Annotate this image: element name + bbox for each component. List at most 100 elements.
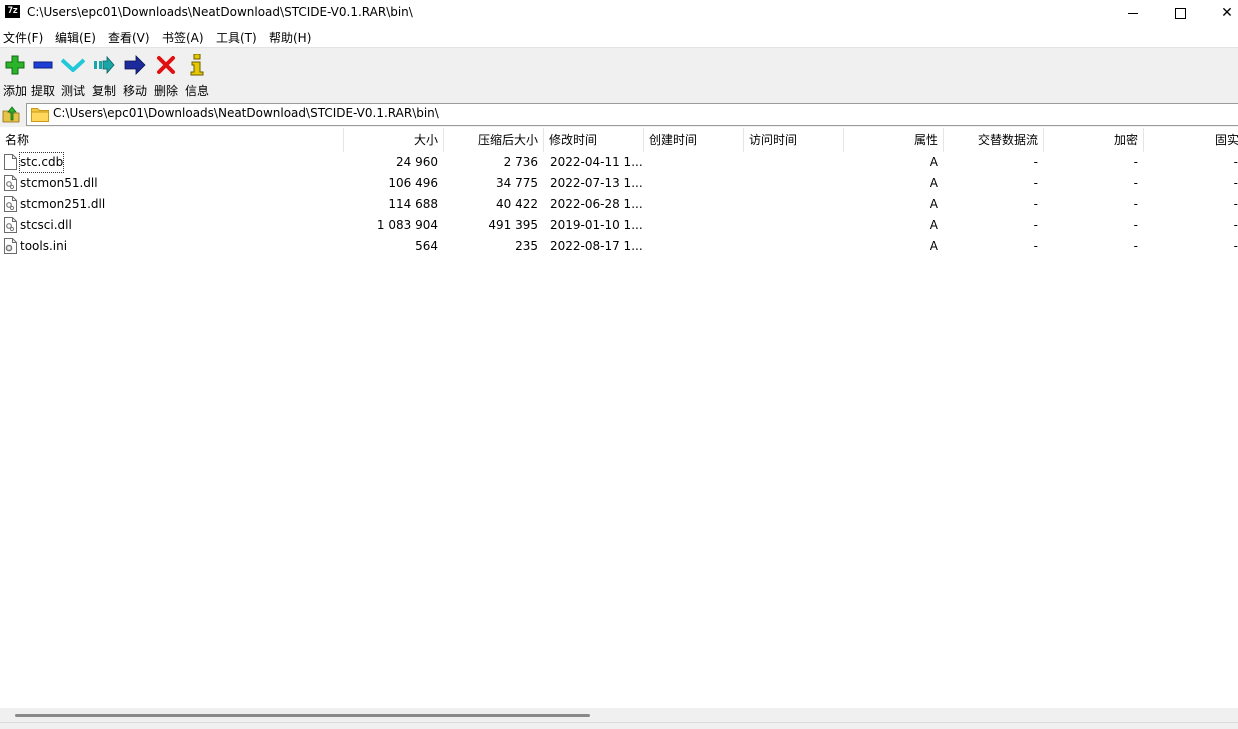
attributes-cell: A — [929, 176, 938, 190]
check-chevron-icon — [58, 52, 88, 78]
table-row[interactable]: stc.cdb 24 960 2 736 2022-04-11 1... A -… — [0, 152, 1238, 173]
test-button[interactable]: 测试 — [58, 52, 88, 98]
file-name: stcsci.dll — [20, 218, 72, 232]
file-name: stcmon251.dll — [20, 197, 106, 211]
column-header: 名称 大小 压缩后大小 修改时间 创建时间 访问时间 属性 交替数据流 加密 固… — [0, 128, 1238, 152]
menu-file[interactable]: 文件(F) — [3, 29, 43, 46]
column-attributes[interactable]: 属性 — [844, 128, 944, 152]
solid-cell: - — [1233, 239, 1238, 253]
accessed-cell — [744, 194, 844, 215]
encrypted-cell: - — [1133, 176, 1138, 190]
menu-view[interactable]: 查看(V) — [108, 29, 150, 46]
packed-size-cell: 235 — [515, 239, 538, 253]
delete-button[interactable]: 删除 — [151, 52, 181, 98]
packed-size-cell: 2 736 — [503, 155, 538, 169]
modified-cell: 2019-01-10 1... — [550, 218, 643, 232]
accessed-cell — [744, 173, 844, 194]
attributes-cell: A — [929, 197, 938, 211]
column-alt-streams[interactable]: 交替数据流 — [944, 128, 1044, 152]
modified-cell: 2022-08-17 1... — [550, 239, 643, 253]
created-cell — [644, 215, 744, 236]
dll-file-icon — [4, 196, 17, 212]
file-name: tools.ini — [20, 239, 68, 253]
menu-edit[interactable]: 编辑(E) — [55, 29, 96, 46]
packed-size-cell: 40 422 — [496, 197, 538, 211]
dll-file-icon — [4, 217, 17, 233]
file-list[interactable]: 名称 大小 压缩后大小 修改时间 创建时间 访问时间 属性 交替数据流 加密 固… — [0, 128, 1238, 708]
window-title: C:\Users\epc01\Downloads\NeatDownload\ST… — [27, 5, 413, 19]
encrypted-cell: - — [1133, 155, 1138, 169]
modified-cell: 2022-04-11 1... — [550, 155, 643, 169]
column-packed-size[interactable]: 压缩后大小 — [444, 128, 544, 152]
column-created[interactable]: 创建时间 — [644, 128, 744, 152]
minus-icon — [28, 52, 58, 78]
horizontal-scrollbar[interactable] — [0, 708, 1238, 722]
delete-x-icon — [151, 52, 181, 78]
column-modified[interactable]: 修改时间 — [544, 128, 644, 152]
size-cell: 1 083 904 — [376, 218, 438, 232]
info-icon — [182, 52, 212, 78]
info-button[interactable]: 信息 — [182, 52, 212, 98]
plus-icon — [0, 52, 30, 78]
scrollbar-thumb[interactable] — [15, 714, 590, 717]
close-button[interactable]: ✕ — [1204, 0, 1238, 26]
info-label: 信息 — [184, 84, 209, 98]
column-name[interactable]: 名称 — [0, 128, 344, 152]
address-path: C:\Users\epc01\Downloads\NeatDownload\ST… — [53, 106, 439, 120]
solid-cell: - — [1233, 218, 1238, 232]
toolbar: 添加 提取 测试 复制 移动 删除 信息 — [0, 47, 1238, 102]
folder-icon — [31, 108, 49, 122]
created-cell — [644, 152, 744, 173]
address-input[interactable]: C:\Users\epc01\Downloads\NeatDownload\ST… — [26, 103, 1238, 126]
modified-cell: 2022-06-28 1... — [550, 197, 643, 211]
move-button[interactable]: 移动 — [120, 52, 150, 98]
column-encrypted[interactable]: 加密 — [1044, 128, 1144, 152]
app-icon: 7z — [5, 5, 20, 18]
column-size[interactable]: 大小 — [344, 128, 444, 152]
created-cell — [644, 173, 744, 194]
encrypted-cell: - — [1133, 197, 1138, 211]
menu-tools[interactable]: 工具(T) — [216, 29, 257, 46]
copy-arrow-icon — [89, 52, 119, 78]
copy-button[interactable]: 复制 — [89, 52, 119, 98]
ini-file-icon — [4, 238, 17, 254]
created-cell — [644, 194, 744, 215]
dll-file-icon — [4, 175, 17, 191]
encrypted-cell: - — [1133, 218, 1138, 232]
accessed-cell — [744, 152, 844, 173]
table-row[interactable]: stcmon51.dll 106 496 34 775 2022-07-13 1… — [0, 173, 1238, 194]
accessed-cell — [744, 236, 844, 257]
packed-size-cell: 491 395 — [488, 218, 538, 232]
accessed-cell — [744, 215, 844, 236]
title-bar: 7z C:\Users\epc01\Downloads\NeatDownload… — [0, 0, 1238, 26]
menu-bookmarks[interactable]: 书签(A) — [162, 29, 204, 46]
attributes-cell: A — [929, 218, 938, 232]
maximize-button[interactable] — [1157, 0, 1203, 26]
alt-streams-cell: - — [1033, 176, 1038, 190]
alt-streams-cell: - — [1033, 197, 1038, 211]
close-icon: ✕ — [1221, 5, 1233, 21]
solid-cell: - — [1233, 155, 1238, 169]
maximize-icon — [1174, 7, 1186, 19]
modified-cell: 2022-07-13 1... — [550, 176, 643, 190]
table-row[interactable]: stcsci.dll 1 083 904 491 395 2019-01-10 … — [0, 215, 1238, 236]
size-cell: 24 960 — [396, 155, 438, 169]
menu-bar: 文件(F) 编辑(E) 查看(V) 书签(A) 工具(T) 帮助(H) — [0, 27, 1238, 46]
minimize-button[interactable] — [1110, 0, 1156, 26]
menu-help[interactable]: 帮助(H) — [269, 29, 311, 46]
size-cell: 106 496 — [388, 176, 438, 190]
packed-size-cell: 34 775 — [496, 176, 538, 190]
table-row[interactable]: tools.ini 564 235 2022-08-17 1... A - - … — [0, 236, 1238, 257]
attributes-cell: A — [929, 239, 938, 253]
encrypted-cell: - — [1133, 239, 1138, 253]
folder-up-button[interactable] — [1, 104, 21, 124]
table-row[interactable]: stcmon251.dll 114 688 40 422 2022-06-28 … — [0, 194, 1238, 215]
column-solid[interactable]: 固实 — [1144, 128, 1238, 152]
size-cell: 114 688 — [388, 197, 438, 211]
address-bar: C:\Users\epc01\Downloads\NeatDownload\ST… — [0, 101, 1238, 127]
folder-up-icon — [2, 106, 20, 123]
column-accessed[interactable]: 访问时间 — [744, 128, 844, 152]
name-cell: stcmon251.dll — [0, 194, 343, 215]
solid-cell: - — [1233, 197, 1238, 211]
solid-cell: - — [1233, 176, 1238, 190]
